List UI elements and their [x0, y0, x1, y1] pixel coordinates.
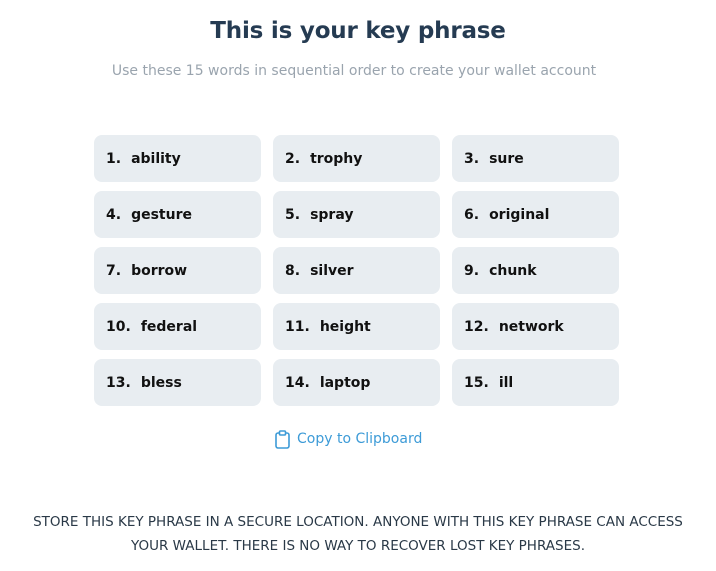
key-phrase-word: 10. federal — [94, 303, 261, 350]
key-phrase-word: 2. trophy — [273, 135, 440, 182]
word-text: laptop — [319, 374, 371, 391]
copy-to-clipboard-button[interactable]: Copy to Clipboard — [275, 428, 422, 450]
word-number: 1. — [106, 150, 122, 167]
word-text: sure — [489, 150, 524, 167]
word-text: borrow — [131, 262, 188, 279]
security-warning: STORE THIS KEY PHRASE IN A SECURE LOCATI… — [33, 514, 683, 554]
word-number: 13. — [106, 374, 131, 391]
word-number: 14. — [285, 374, 310, 391]
word-text: trophy — [310, 150, 363, 167]
page-title: This is your key phrase — [210, 18, 506, 44]
word-number: 11. — [285, 318, 310, 335]
key-phrase-word: 5. spray — [273, 191, 440, 238]
key-phrase-word: 8. silver — [273, 247, 440, 294]
key-phrase-word: 15. ill — [452, 359, 619, 406]
key-phrase-word: 12. network — [452, 303, 619, 350]
word-text: spray — [310, 206, 354, 223]
word-number: 9. — [464, 262, 480, 279]
key-phrase-word: 7. borrow — [94, 247, 261, 294]
page-subtitle: Use these 15 words in sequential order t… — [111, 63, 597, 79]
key-phrase-word: 1. ability — [94, 135, 261, 182]
word-number: 5. — [285, 206, 301, 223]
word-number: 10. — [106, 318, 131, 335]
word-number: 6. — [464, 206, 480, 223]
word-text: ability — [131, 150, 181, 167]
word-text: federal — [140, 318, 198, 335]
word-text: original — [489, 206, 550, 223]
key-phrase-word: 4. gesture — [94, 191, 261, 238]
word-number: 4. — [106, 206, 122, 223]
clipboard-icon — [275, 429, 290, 449]
key-phrase-grid: 1. ability 2. trophy 3. sure 4. gesture … — [94, 135, 620, 406]
word-number: 8. — [285, 262, 301, 279]
word-text: gesture — [131, 206, 192, 223]
key-phrase-word: 13. bless — [94, 359, 261, 406]
key-phrase-word: 3. sure — [452, 135, 619, 182]
word-number: 15. — [464, 374, 489, 391]
key-phrase-word: 6. original — [452, 191, 619, 238]
word-text: bless — [140, 374, 182, 391]
key-phrase-word: 14. laptop — [273, 359, 440, 406]
word-text: ill — [498, 374, 514, 391]
key-phrase-word: 9. chunk — [452, 247, 619, 294]
key-phrase-word: 11. height — [273, 303, 440, 350]
word-number: 12. — [464, 318, 489, 335]
word-number: 7. — [106, 262, 122, 279]
word-text: height — [319, 318, 371, 335]
word-number: 3. — [464, 150, 480, 167]
word-text: chunk — [489, 262, 537, 279]
word-text: network — [498, 318, 564, 335]
copy-to-clipboard-label: Copy to Clipboard — [297, 431, 423, 447]
word-text: silver — [310, 262, 354, 279]
word-number: 2. — [285, 150, 301, 167]
